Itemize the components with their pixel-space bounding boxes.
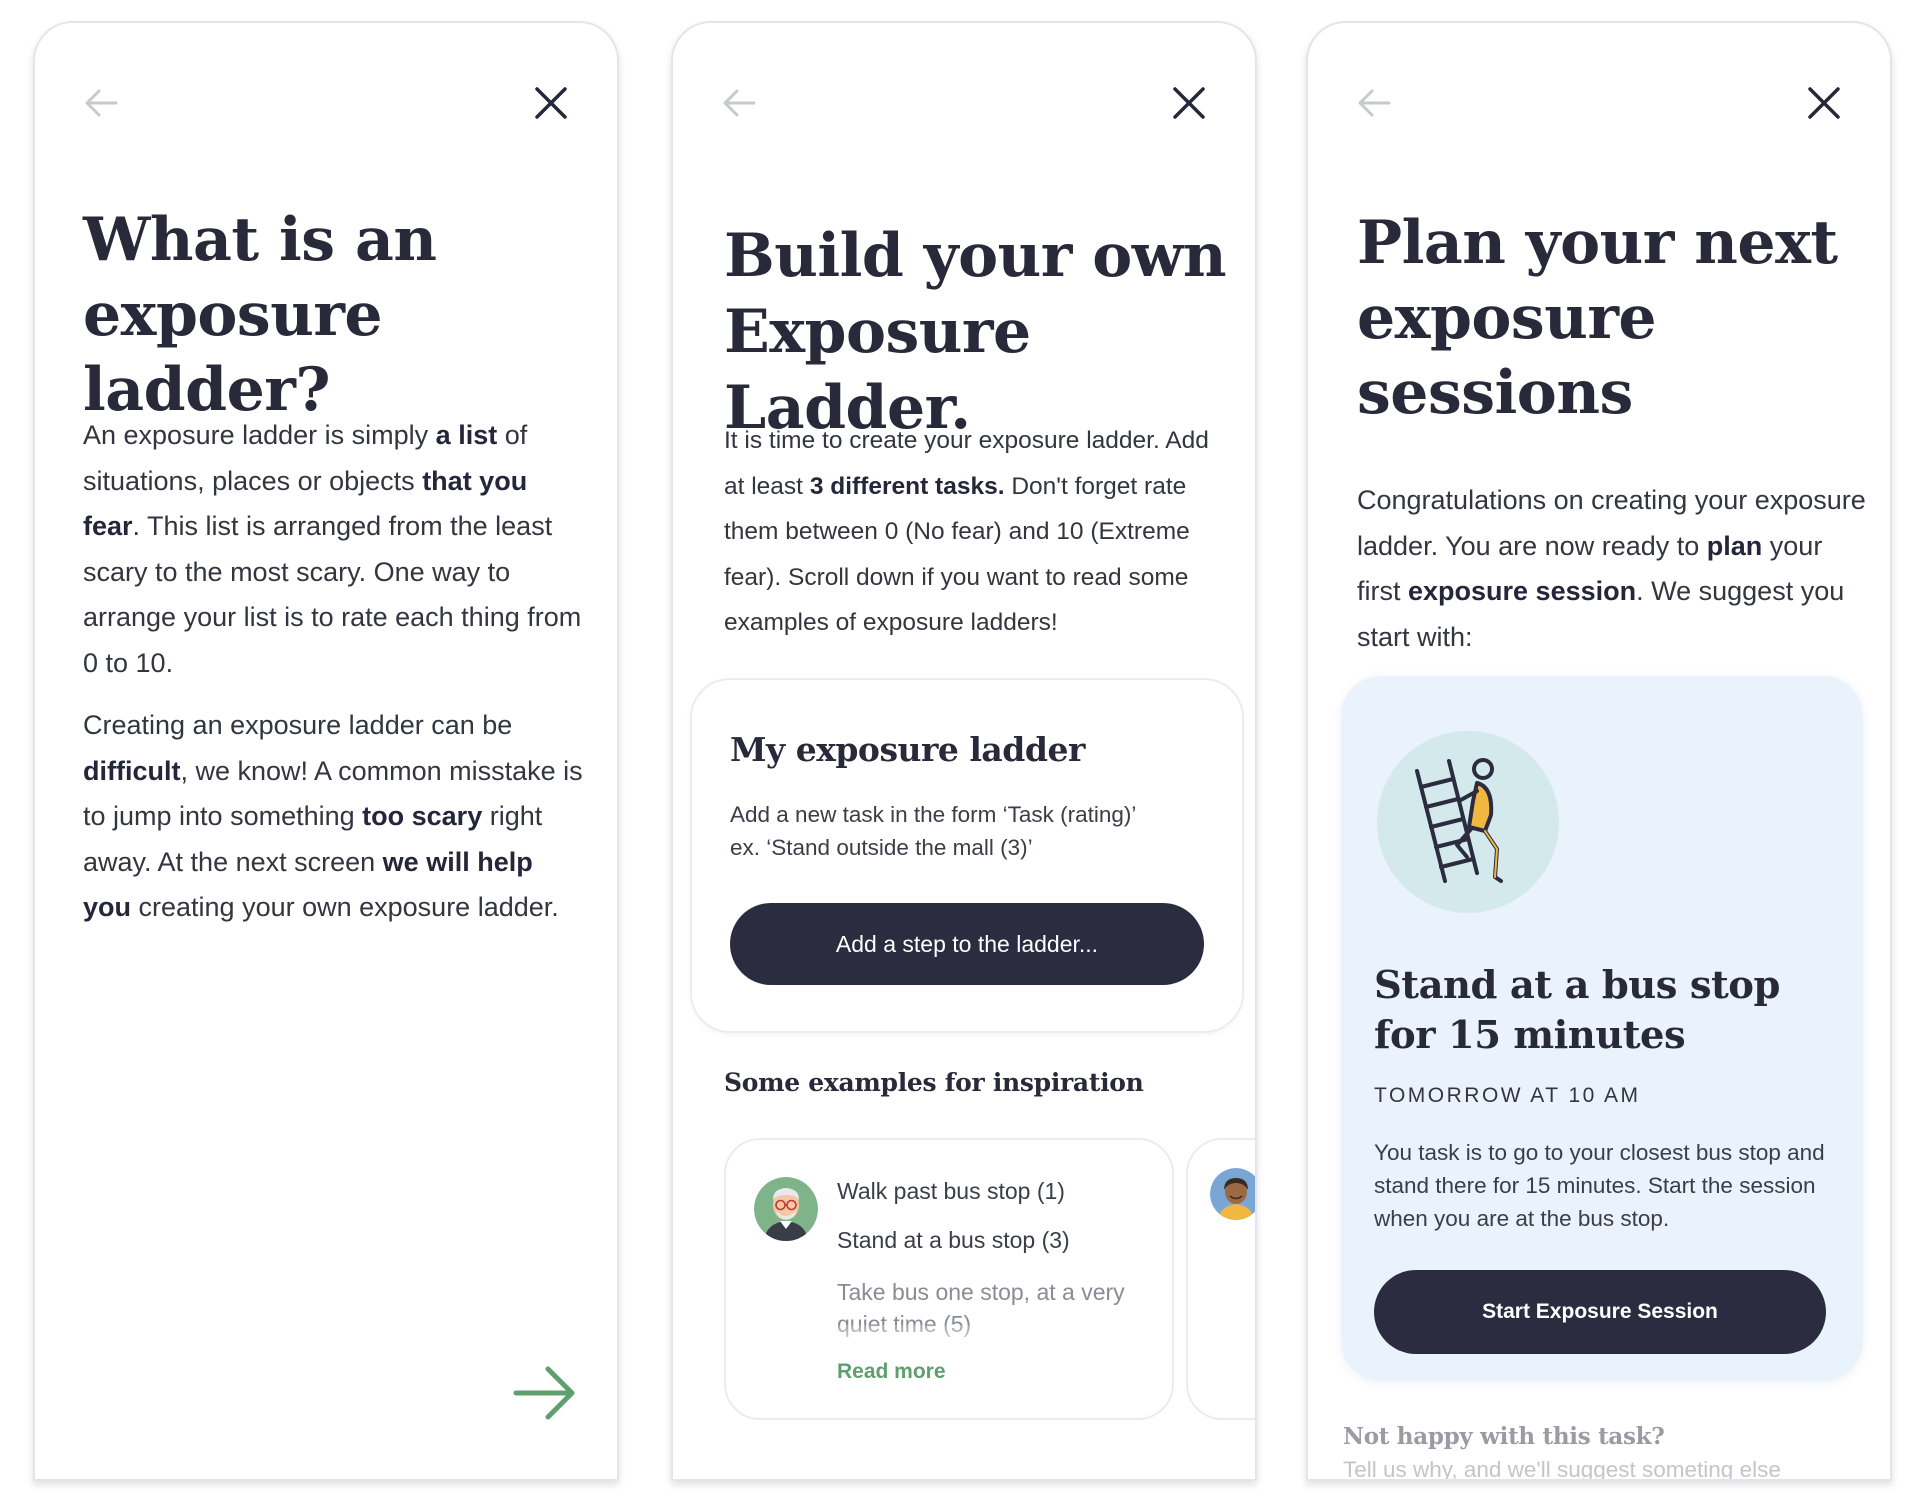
close-button[interactable] xyxy=(1802,81,1846,125)
ladder-climber-icon xyxy=(1377,731,1559,913)
close-button[interactable] xyxy=(529,81,573,125)
page-title: What is an exposure ladder? xyxy=(83,205,437,425)
next-button[interactable] xyxy=(505,1353,585,1433)
card-hint: Add a new task in the form ‘Task (rating… xyxy=(730,802,1137,827)
screen-build-exposure-ladder: Build your own Exposure Ladder. It is ti… xyxy=(671,21,1257,1481)
back-button[interactable] xyxy=(1354,83,1394,123)
example-card[interactable]: Walk past bus stop (1) Stand at a bus st… xyxy=(724,1138,1174,1420)
difficulty-paragraph: Creating an exposure ladder can be diffi… xyxy=(83,710,583,922)
task-time: TOMORROW AT 10 AM xyxy=(1374,1084,1641,1107)
arrow-left-icon xyxy=(1358,89,1391,117)
page-title: Build your own Exposure Ladder. xyxy=(724,221,1227,443)
start-exposure-session-button[interactable]: Start Exposure Session xyxy=(1374,1270,1826,1354)
examples-heading: Some examples for inspiration xyxy=(724,1068,1144,1097)
example-card[interactable] xyxy=(1186,1138,1255,1420)
task-title: Stand at a bus stop for 15 minutes xyxy=(1374,963,1780,1058)
fade-overlay xyxy=(826,1325,1156,1355)
intro-paragraph: An exposure ladder is simply a list of s… xyxy=(83,420,582,678)
suggest-else-link[interactable]: Tell us why, and we'll suggest someting … xyxy=(1343,1457,1781,1479)
instructions-paragraph: It is time to create your exposure ladde… xyxy=(724,427,1209,636)
add-step-button[interactable]: Add a step to the ladder... xyxy=(730,903,1204,985)
page-title: Plan your next exposure sessions xyxy=(1357,208,1838,428)
card-hint-example: ex. ‘Stand outside the mall (3)’ xyxy=(730,835,1033,860)
card-title: My exposure ladder xyxy=(730,730,1085,769)
read-more-link[interactable]: Read more xyxy=(837,1360,946,1384)
back-button[interactable] xyxy=(719,83,759,123)
elderly-man-avatar xyxy=(754,1177,818,1241)
example-step: Stand at a bus stop (3) xyxy=(837,1227,1070,1253)
close-icon xyxy=(1173,87,1205,119)
congratulations-paragraph: Congratulations on creating your exposur… xyxy=(1357,485,1866,652)
arrow-left-icon xyxy=(85,89,118,117)
suggested-task-card: Stand at a bus stop for 15 minutes TOMOR… xyxy=(1341,676,1863,1381)
arrow-right-icon xyxy=(513,1366,575,1420)
close-button[interactable] xyxy=(1167,81,1211,125)
woman-avatar xyxy=(1210,1168,1255,1220)
my-ladder-card: My exposure ladder Add a new task in the… xyxy=(690,678,1244,1033)
back-button[interactable] xyxy=(81,83,121,123)
not-happy-heading: Not happy with this task? xyxy=(1343,1423,1665,1450)
close-icon xyxy=(1808,87,1840,119)
screen-what-is-exposure-ladder: What is an exposure ladder? An exposure … xyxy=(33,21,619,1481)
task-description: You task is to go to your closest bus st… xyxy=(1374,1140,1825,1231)
close-icon xyxy=(535,87,567,119)
arrow-left-icon xyxy=(723,89,756,117)
screen-plan-exposure-sessions: Plan your next exposure sessions Congrat… xyxy=(1306,21,1892,1481)
example-step: Walk past bus stop (1) xyxy=(837,1178,1065,1204)
